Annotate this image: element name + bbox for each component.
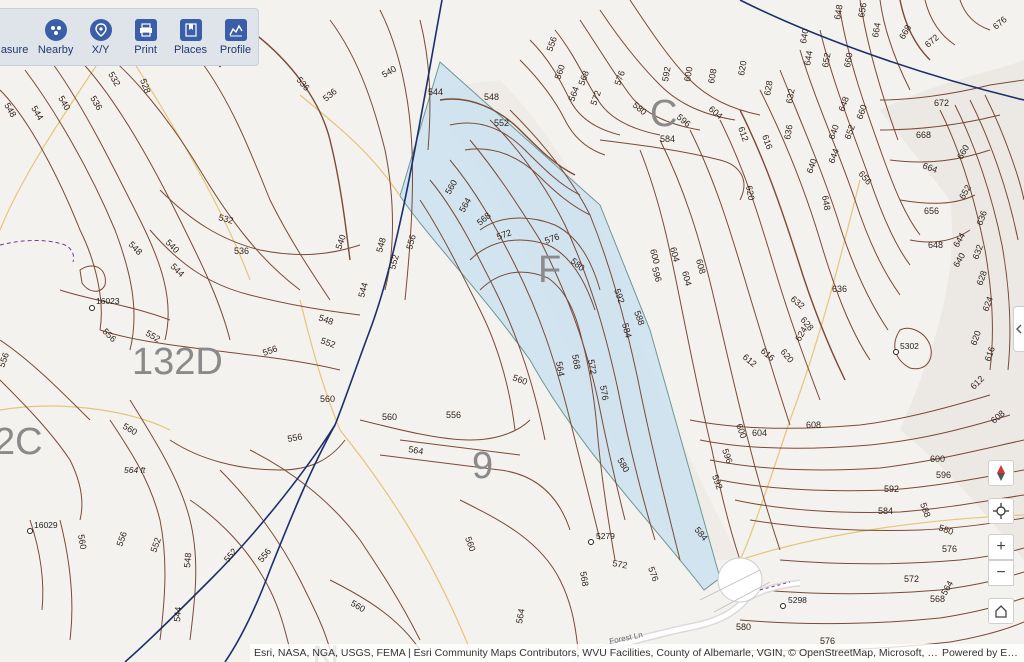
profile-label: Profile <box>219 43 252 56</box>
print-tool[interactable]: Print <box>123 9 168 65</box>
zoom-out-button[interactable]: − <box>988 560 1014 586</box>
nearby-tool[interactable]: Nearby <box>33 9 78 65</box>
map-pin-icon <box>89 18 112 41</box>
spot-elevation-label: 564 ft <box>124 465 146 475</box>
home-icon <box>995 605 1007 618</box>
contour-label: 604 <box>752 428 767 438</box>
print-label: Print <box>134 43 157 56</box>
side-panel-toggle[interactable] <box>1013 306 1024 352</box>
contour-label: 548 <box>182 552 193 568</box>
parcel-label-9: 9 <box>472 445 493 487</box>
contour-label: 552 <box>494 118 509 128</box>
point-marker <box>893 349 899 355</box>
xy-label: X/Y <box>91 43 110 56</box>
contour-label: 572 <box>904 574 919 584</box>
contour-label: 560 <box>382 412 397 422</box>
point-label-5302: 5302 <box>900 341 919 351</box>
chevron-left-icon <box>1016 324 1022 334</box>
point-marker <box>89 305 95 311</box>
locate-icon <box>993 503 1009 519</box>
point-marker <box>27 528 33 534</box>
parcel-label-2c: 2C <box>0 421 43 463</box>
contour-label: 584 <box>878 506 893 516</box>
topographic-map[interactable]: Forest Ln 132D 2C C F 9 N 16023 16029 53… <box>0 0 1024 662</box>
point-marker <box>588 539 594 545</box>
contour-label: 648 <box>928 240 943 250</box>
compass-icon <box>997 465 1005 481</box>
nearby-label: Nearby <box>37 43 74 56</box>
point-marker <box>780 603 786 609</box>
contour-label: 636 <box>832 284 847 294</box>
contour-label: 600 <box>930 454 945 464</box>
contour-label: 548 <box>484 92 499 102</box>
places-label: Places <box>174 43 208 56</box>
contour-label: 576 <box>942 544 957 554</box>
contour-label: 580 <box>736 622 751 632</box>
point-label-16029: 16029 <box>34 520 58 530</box>
contour-label: 584 <box>660 134 675 144</box>
print-icon <box>134 18 157 41</box>
places-tool[interactable]: Places <box>168 9 213 65</box>
locate-button[interactable] <box>988 498 1014 524</box>
elevation-profile-icon <box>224 18 247 41</box>
contour-label: 536 <box>234 246 249 256</box>
attribution-text: Esri, NASA, NGA, USGS, FEMA | Esri Commu… <box>254 647 942 659</box>
contour-label: 668 <box>916 130 931 140</box>
contour-label: 596 <box>936 470 951 480</box>
nearby-icon <box>44 18 67 41</box>
powered-by-text[interactable]: Powered by Esri <box>942 647 1018 659</box>
xy-tool[interactable]: X/Y <box>78 9 123 65</box>
contour-label: 568 <box>930 594 945 604</box>
contour-label: 656 <box>924 206 939 216</box>
contour-label: 544 <box>172 606 183 622</box>
contour-label: 556 <box>446 410 461 420</box>
contour-label: 592 <box>884 484 899 494</box>
compass-button[interactable] <box>988 460 1014 486</box>
attribution-bar: Esri, NASA, NGA, USGS, FEMA | Esri Commu… <box>250 644 1024 662</box>
point-label-16023: 16023 <box>96 296 120 306</box>
parcel-label-c: C <box>650 93 677 135</box>
map-toolbar: asure Nearby X/Y Print Places Profile <box>0 8 259 66</box>
point-label-5279: 5279 <box>596 531 615 541</box>
contour-label: 544 <box>428 87 443 97</box>
contour-label: 672 <box>934 98 949 108</box>
profile-tool[interactable]: Profile <box>213 9 258 65</box>
parcel-label-f: F <box>538 249 561 291</box>
zoom-in-button[interactable]: + <box>988 534 1014 560</box>
measure-label: asure <box>0 43 29 56</box>
home-button[interactable] <box>988 598 1014 624</box>
point-label-5298: 5298 <box>788 595 807 605</box>
contour-label: 560 <box>320 394 335 404</box>
contour-label: 608 <box>806 420 821 430</box>
bookmark-icon <box>179 18 202 41</box>
measure-tool[interactable]: asure <box>0 9 33 65</box>
parcel-label-132d: 132D <box>132 341 223 383</box>
